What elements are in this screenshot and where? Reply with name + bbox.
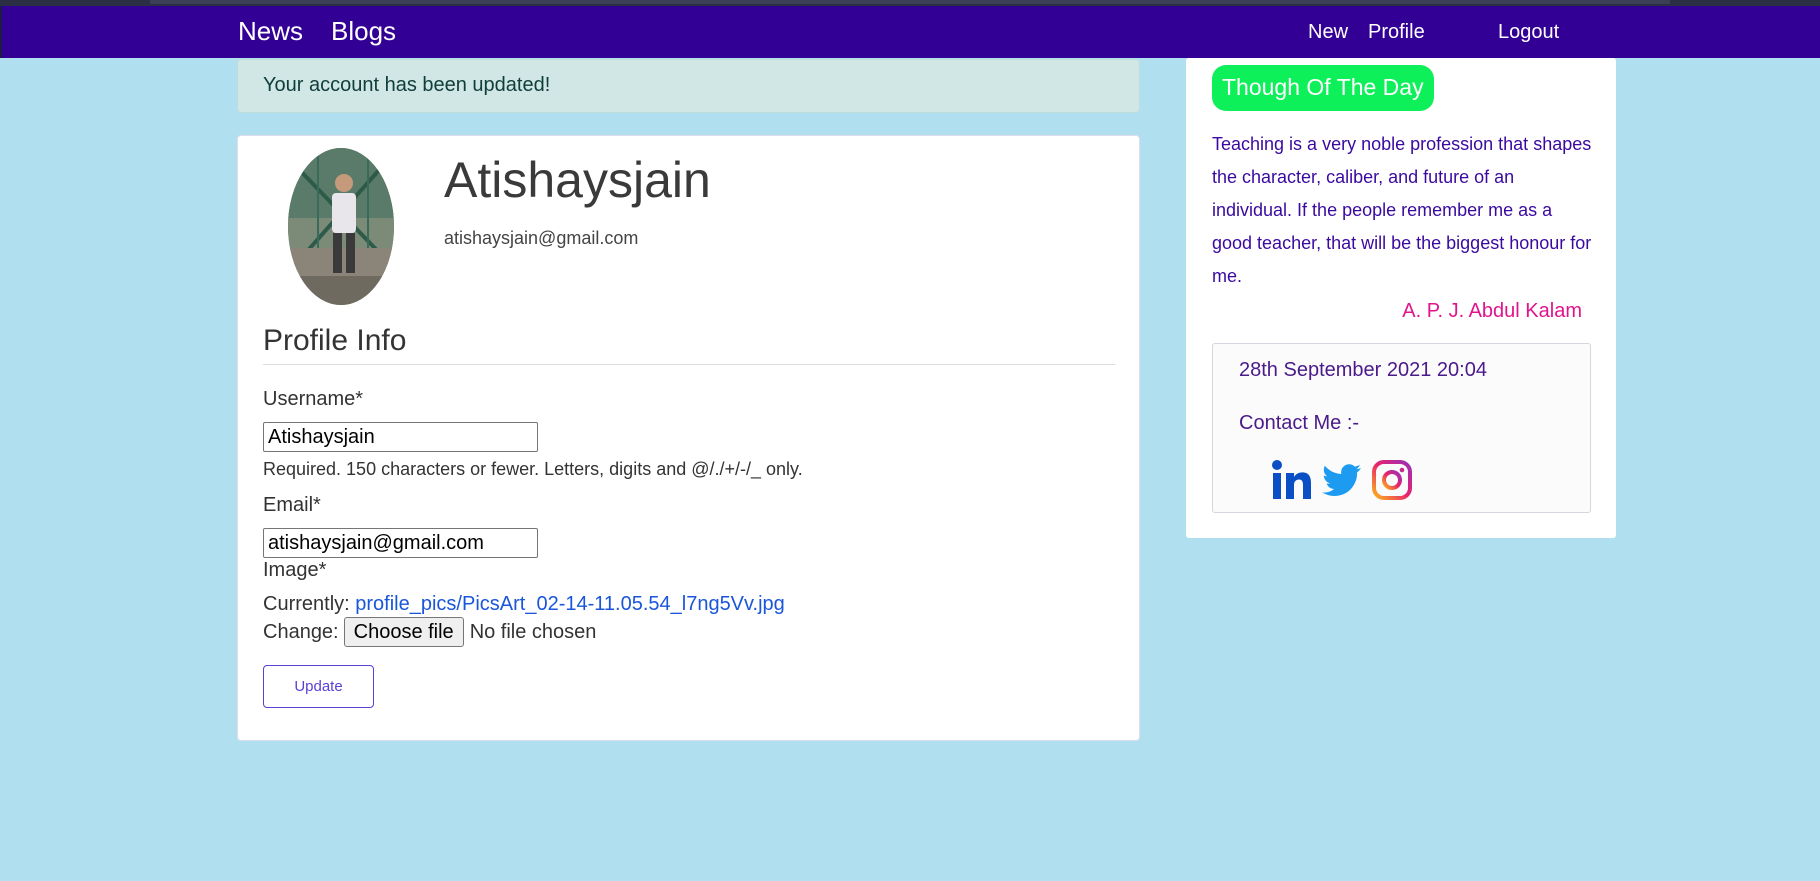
quote-text: Teaching is a very noble profession that… <box>1212 134 1592 286</box>
sidebar: Though Of The Day Teaching is a very nob… <box>1186 58 1616 538</box>
quote-author: A. P. J. Abdul Kalam <box>1402 300 1582 322</box>
update-button[interactable]: Update <box>263 665 374 708</box>
profile-email: atishaysjain@gmail.com <box>444 228 639 248</box>
thought-badge: Though Of The Day <box>1212 65 1434 111</box>
current-image-link[interactable]: profile_pics/PicsArt_02-14-11.05.54_l7ng… <box>355 593 785 615</box>
profile-card: Atishaysjain atishaysjain@gmail.com Prof… <box>237 135 1140 741</box>
instagram-icon[interactable] <box>1371 459 1413 501</box>
twitter-icon[interactable] <box>1321 459 1363 501</box>
section-title: Profile Info <box>263 324 1115 365</box>
nav-link-blogs[interactable]: Blogs <box>331 15 396 49</box>
linkedin-icon[interactable] <box>1271 459 1313 501</box>
top-navbar: News Blogs New Profile Logout <box>0 6 1820 58</box>
profile-photo-icon <box>288 148 394 305</box>
current-image-row: Currently: profile_pics/PicsArt_02-14-11… <box>263 593 785 616</box>
profile-username: Atishaysjain <box>444 152 711 208</box>
contact-box: 28th September 2021 20:04 Contact Me :- <box>1212 343 1591 513</box>
avatar <box>288 148 394 305</box>
image-label: Image* <box>263 559 327 581</box>
username-label: Username* <box>263 388 364 410</box>
datetime-text: 28th September 2021 20:04 <box>1239 359 1487 381</box>
email-field[interactable] <box>263 528 538 558</box>
username-field[interactable] <box>263 422 538 452</box>
email-label: Email* <box>263 494 321 516</box>
nav-link-news[interactable]: News <box>238 15 303 49</box>
nav-link-logout[interactable]: Logout <box>1498 19 1559 45</box>
change-image-row: Change: Choose file No file chosen <box>263 617 596 647</box>
choose-file-button[interactable]: Choose file <box>343 617 464 647</box>
change-label: Change: <box>263 620 339 643</box>
success-alert: Your account has been updated! <box>237 59 1140 113</box>
no-file-chosen-text: No file chosen <box>469 620 597 643</box>
username-help-text: Required. 150 characters or fewer. Lette… <box>263 459 803 479</box>
nav-link-profile[interactable]: Profile <box>1368 19 1425 45</box>
alert-message: Your account has been updated! <box>263 74 551 96</box>
contact-label: Contact Me :- <box>1239 412 1360 434</box>
nav-link-new[interactable]: New <box>1308 19 1348 45</box>
currently-label: Currently: <box>263 593 350 615</box>
